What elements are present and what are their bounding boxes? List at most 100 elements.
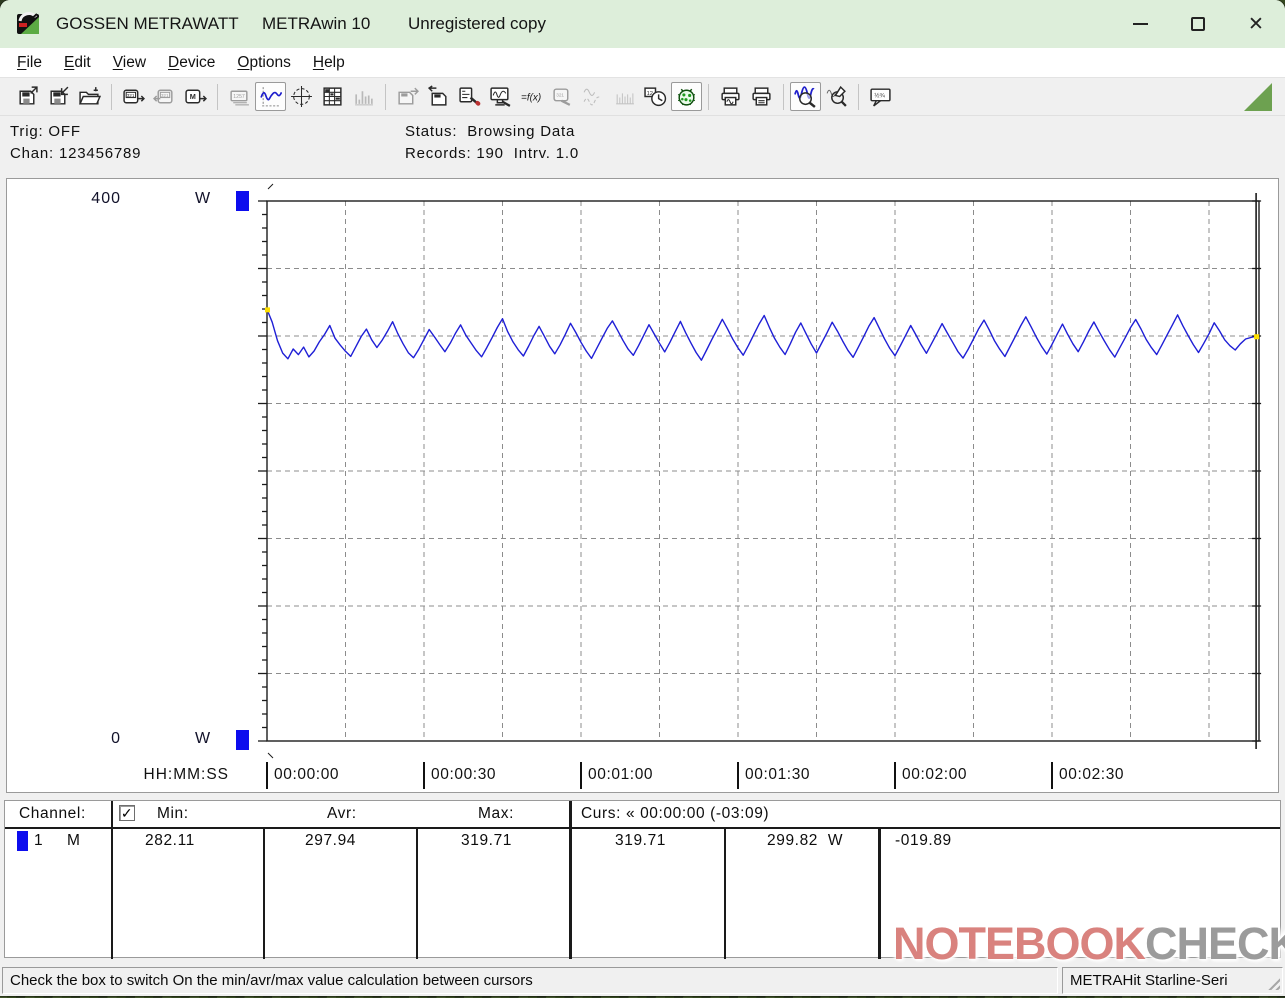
- svg-text:321: 321: [127, 93, 135, 98]
- time-setup-button[interactable]: 12: [640, 82, 671, 111]
- cell-max-value: 319.71: [461, 832, 512, 850]
- histogram-icon: [352, 85, 375, 108]
- status-message: Check the box to switch On the min/avr/m…: [10, 972, 533, 989]
- zoom-curve-button[interactable]: [790, 82, 821, 111]
- menu-item-options[interactable]: Options: [226, 51, 301, 75]
- save-as-button[interactable]: [43, 82, 74, 111]
- x-axis-label-00:01:30: 00:01:30: [745, 766, 810, 784]
- records-interval: Records: 190 Intrv. 1.0: [405, 145, 579, 162]
- device-321-in-icon: 321: [153, 85, 176, 108]
- table-divider: [878, 829, 881, 959]
- export-disk-icon: [396, 85, 419, 108]
- save-file-button[interactable]: [12, 82, 43, 111]
- menu-item-file[interactable]: File: [6, 51, 53, 75]
- maximize-button[interactable]: [1169, 0, 1227, 48]
- x-axis-tick: [1051, 762, 1053, 789]
- curve-view-button[interactable]: [255, 82, 286, 111]
- toolbar-separator: [783, 84, 784, 110]
- zoom-edit-button[interactable]: [821, 82, 852, 111]
- close-button[interactable]: ✕: [1227, 0, 1285, 48]
- cell-cursor-delta: -019.89: [895, 832, 952, 850]
- printer-wave-icon: [719, 85, 742, 108]
- browse-status: Status: Browsing Data: [405, 123, 575, 140]
- window-controls: ✕: [1111, 0, 1285, 48]
- maximize-icon: [1191, 17, 1205, 31]
- formula-button[interactable]: =f(x): [516, 82, 547, 111]
- x-axis-label-00:02:30: 00:02:30: [1059, 766, 1124, 784]
- header-cursors: Curs: « 00:00:00 (-03:09): [581, 805, 769, 823]
- stats-header-row: Channel: ✓ Min: Avr: Max: Curs: « 00:00:…: [5, 801, 1280, 827]
- table-view-button[interactable]: [317, 82, 348, 111]
- menu-item-view[interactable]: View: [102, 51, 157, 75]
- table-divider: [416, 829, 418, 959]
- svg-text:1257: 1257: [233, 94, 245, 100]
- pulse-record-button: [609, 82, 640, 111]
- minmax-toggle-checkbox[interactable]: ✓: [119, 805, 135, 821]
- toolbar-separator: [708, 84, 709, 110]
- open-file-button[interactable]: [74, 82, 105, 111]
- y-axis-unit-top: W: [195, 190, 211, 208]
- debug-bug-button[interactable]: [671, 82, 702, 111]
- annotation-button[interactable]: ½¾: [865, 82, 896, 111]
- monitor-wave-icon: [489, 85, 512, 108]
- x-axis-tick: [894, 762, 896, 789]
- print-preview-button[interactable]: [715, 82, 746, 111]
- title-product-name: METRAwin 10: [262, 14, 370, 34]
- chart-canvas[interactable]: [267, 201, 1259, 741]
- x-axis-tick: [266, 762, 268, 789]
- toolbar-separator: [858, 84, 859, 110]
- table-divider: [263, 829, 265, 959]
- curve-chart-icon: [259, 85, 282, 108]
- display-1257-icon: 1257: [228, 85, 251, 108]
- x-axis-label-00:00:00: 00:00:00: [274, 766, 339, 784]
- cell-min-value: 282.11: [145, 832, 195, 850]
- svg-text:321: 321: [556, 93, 564, 98]
- device-321-tool-icon: 321: [551, 85, 574, 108]
- device-config-button[interactable]: [454, 82, 485, 111]
- title-license-note: Unregistered copy: [408, 14, 546, 34]
- table-divider: [111, 801, 113, 959]
- cell-channel-number: 1: [34, 832, 43, 850]
- menu-item-edit[interactable]: Edit: [53, 51, 102, 75]
- title-app-name: GOSSEN METRAWATT: [56, 14, 239, 34]
- menu-item-help[interactable]: Help: [302, 51, 356, 75]
- cell-cursor-b-value: 299.82 W: [767, 832, 843, 850]
- trigger-status: Trig: OFF: [10, 123, 81, 140]
- scope-view-button[interactable]: [286, 82, 317, 111]
- x-axis-label-00:02:00: 00:02:00: [902, 766, 967, 784]
- header-min: Min:: [157, 805, 189, 823]
- minimize-button[interactable]: [1111, 0, 1169, 48]
- table-divider: [724, 829, 726, 959]
- read-device-button[interactable]: 321: [118, 82, 149, 111]
- svg-text:321: 321: [161, 93, 169, 98]
- time-format-label: HH:MM:SS: [127, 766, 229, 784]
- print-button[interactable]: [746, 82, 777, 111]
- clock-12-icon: 12: [644, 85, 667, 108]
- x-axis-tick: [423, 762, 425, 789]
- cell-channel-mode: M: [67, 832, 81, 850]
- title-bar: GOSSEN METRAWATT METRAwin 10 Unregistere…: [0, 0, 1285, 48]
- ladybug-icon: [675, 85, 698, 108]
- formula-fx-icon: =f(x): [520, 85, 543, 108]
- notebookcheck-watermark: NOTEBOOKCHECK: [893, 898, 1275, 990]
- folder-open-icon: [78, 85, 101, 108]
- import-disk-icon: [427, 85, 450, 108]
- online-monitor-button[interactable]: [485, 82, 516, 111]
- toolbar-separator: [111, 84, 112, 110]
- device-321-out-icon: 321: [122, 85, 145, 108]
- app-logo-icon: [16, 11, 42, 37]
- header-channel: Channel:: [19, 805, 86, 823]
- device-settings-button: 321: [547, 82, 578, 111]
- import-data-button[interactable]: [423, 82, 454, 111]
- wave-pair-icon: [582, 85, 605, 108]
- toolbar-resize-grip-icon: [1244, 83, 1272, 111]
- printer-icon: [750, 85, 773, 108]
- x-axis-tick: [737, 762, 739, 789]
- pulse-comb-icon: [613, 85, 636, 108]
- cell-cursor-a-value: 319.71: [615, 832, 666, 850]
- toolbar-separator: [385, 84, 386, 110]
- chart-panel: 400 W 0 W HH:MM:SS 00:00:0000:00:3000:01…: [6, 178, 1279, 793]
- read-memory-button[interactable]: M: [180, 82, 211, 111]
- floppy-out-icon: [16, 85, 39, 108]
- menu-item-device[interactable]: Device: [157, 51, 226, 75]
